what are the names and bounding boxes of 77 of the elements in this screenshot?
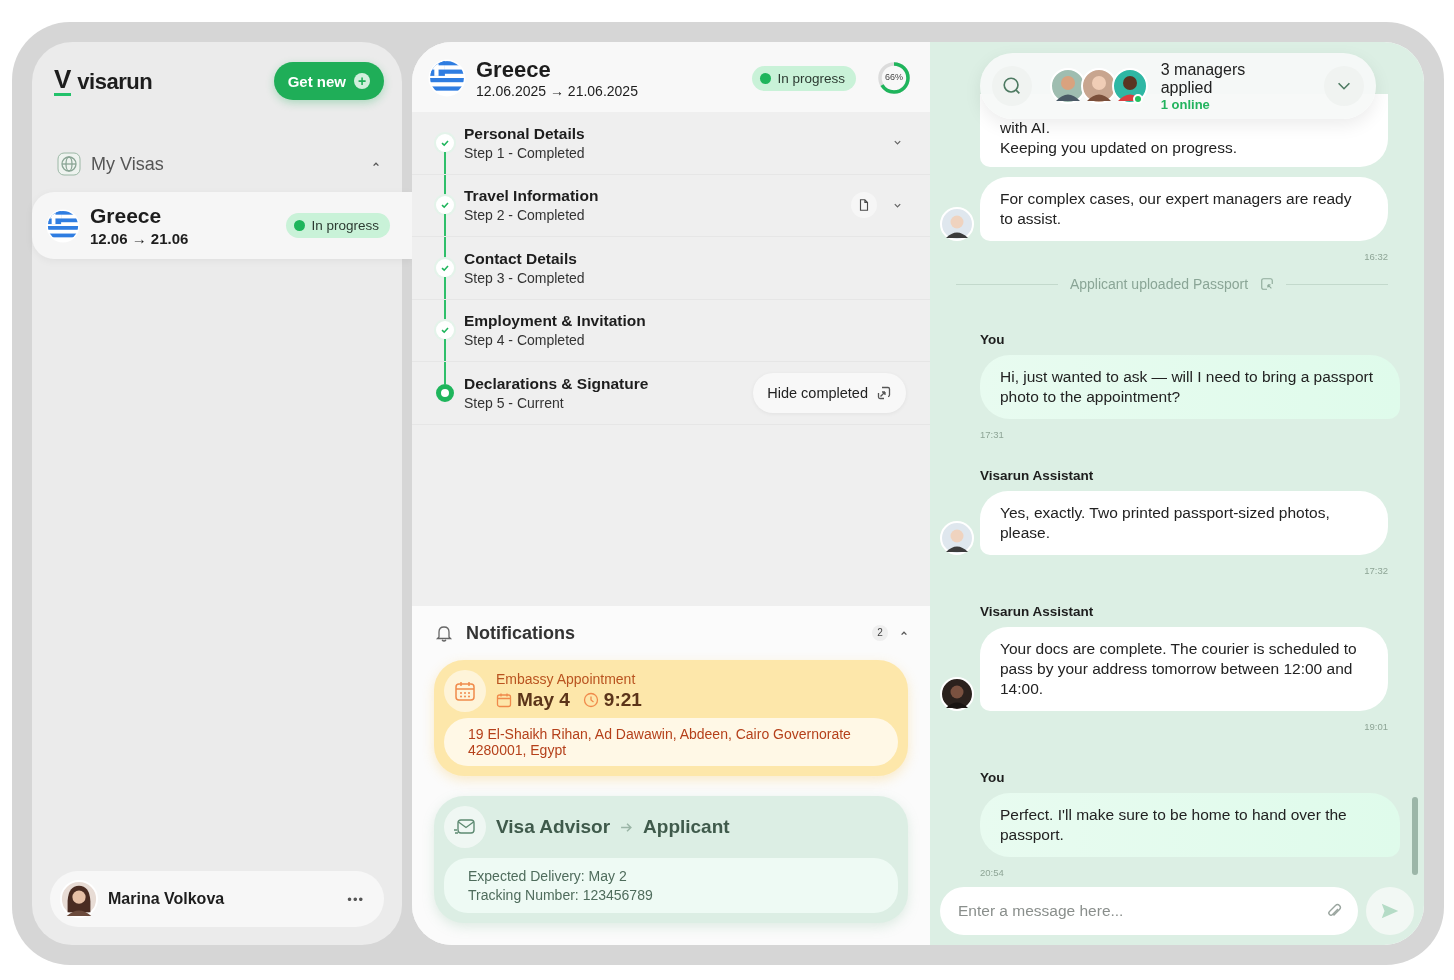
appointment-date: May 4	[517, 689, 570, 711]
step-status: Step 5 - Current	[464, 394, 565, 411]
calendar-icon	[453, 679, 477, 703]
step-title[interactable]: Travel Information	[464, 187, 599, 206]
step-status: Step 3 - Completed	[464, 269, 585, 286]
logo-text: visarun	[77, 68, 153, 96]
status-badge: In progress	[752, 65, 856, 91]
delivery-to: Applicant	[643, 816, 730, 838]
message-time: 19:01	[1364, 721, 1388, 732]
arrow-icon	[620, 820, 634, 834]
message-time: 17:31	[980, 429, 1004, 440]
message-bubble: Your docs are complete. The courier is scheduled to pass by your address tomorrow between 12:00 and 14:00.	[980, 627, 1388, 711]
flag-icon	[428, 59, 466, 97]
calendar-icon	[496, 692, 512, 708]
appointment-title: Embassy Appointment	[496, 671, 637, 687]
avatar-icon	[1049, 68, 1086, 104]
visa-country: Greece	[90, 204, 163, 228]
message-bubble: Perfect. I'll make sure to be home to hand over the passport.	[980, 793, 1400, 857]
more-button[interactable]: •••	[341, 890, 370, 908]
scrollbar[interactable]	[1412, 797, 1418, 875]
step-title[interactable]: Declarations & Signature	[464, 374, 649, 393]
delivery-detail: Expected Delivery: May 2	[468, 868, 628, 884]
caret-icon[interactable]	[372, 160, 380, 168]
online-dot	[1132, 94, 1143, 104]
managers-count: 3 managers applied	[1160, 60, 1247, 97]
visa-card[interactable]: Greece 12.06 → 21.06 In progress	[32, 192, 412, 259]
status-badge: In progress	[286, 213, 390, 238]
event-text: Applicant uploaded Passport	[1069, 276, 1249, 292]
caret-icon[interactable]	[900, 629, 908, 637]
hide-completed-button[interactable]: Hide completed	[753, 372, 906, 413]
notifications-title[interactable]: Notifications	[466, 622, 575, 644]
sender-name: Visarun Assistant	[980, 604, 1095, 619]
visa-dates: 12.06.2025 → 21.06.2025	[476, 83, 638, 99]
delivery-detail: Tracking Number: 123456789	[468, 887, 654, 903]
section-title[interactable]: My Visas	[91, 153, 362, 175]
avatar-icon	[1111, 68, 1148, 104]
user-card[interactable]: Marina Volkova •••	[50, 871, 384, 927]
clock-icon	[582, 692, 599, 708]
collapse-icon	[876, 384, 892, 401]
visa-country: Greece	[476, 57, 552, 83]
step-title[interactable]: Employment & Invitation	[464, 312, 646, 331]
step-title[interactable]: Contact Details	[464, 249, 585, 268]
search-icon	[1000, 75, 1023, 97]
document-icon	[857, 198, 871, 213]
sender-name: You	[980, 332, 1006, 347]
online-count: 1 online	[1160, 96, 1211, 112]
globe-icon	[57, 152, 81, 176]
step-status: Step 1 - Completed	[464, 144, 585, 161]
message-bubble: Yes, exactly. Two printed passport-sized photos, please.	[980, 491, 1388, 555]
step-title[interactable]: Personal Details	[464, 124, 585, 143]
step-status: Step 4 - Completed	[464, 332, 586, 349]
document-button[interactable]	[851, 192, 877, 219]
visa-dates: 12.06 → 21.06	[90, 230, 189, 247]
document-icon	[1260, 277, 1275, 291]
message-time: 16:32	[1364, 251, 1388, 262]
message-time: 20:54	[980, 867, 1004, 878]
delivery-from: Visa Advisor	[496, 816, 611, 838]
sender-name: Visarun Assistant	[980, 468, 1095, 483]
user-name: Marina Volkova	[108, 890, 226, 908]
search-button[interactable]	[992, 66, 1032, 106]
bell-icon	[434, 623, 454, 643]
message-time: 17:32	[1364, 565, 1388, 576]
flag-icon	[46, 208, 80, 243]
avatar-icon	[60, 880, 98, 918]
step-status: Step 2 - Completed	[464, 207, 586, 224]
logo-mark: V	[54, 66, 72, 96]
sender-name: You	[980, 770, 1006, 785]
appointment-address: 19 El-Shaikh Rihan, Ad Dawawin, Abdeen, Cairo Governorate 4280001, Egypt	[444, 718, 898, 766]
avatar-icon	[1080, 68, 1117, 104]
progress-label: 66%	[884, 72, 904, 82]
appointment-time: 9:21	[603, 689, 642, 711]
message-input[interactable]: Enter a message here...	[940, 887, 1358, 935]
message-bubble: For complex cases, our expert managers are ready to assist.	[980, 177, 1388, 241]
message-bubble: Hi, just wanted to ask — will I need to bring a passport photo to the appointment?	[980, 355, 1400, 419]
notification-count: 2	[872, 625, 888, 641]
plus-icon: +	[354, 73, 370, 89]
chevron-icon[interactable]	[893, 138, 902, 148]
